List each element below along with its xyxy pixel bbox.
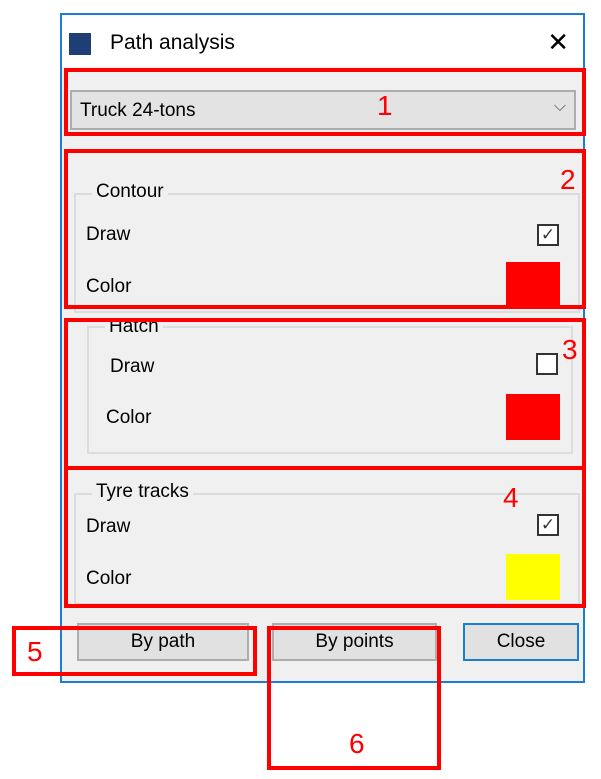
- annotation-box-2: [64, 149, 586, 309]
- close-button[interactable]: Close: [463, 623, 579, 661]
- annotation-label-4: 4: [503, 482, 519, 513]
- annotation-label-6: 6: [349, 728, 365, 759]
- annotation-label-1: 1: [377, 90, 393, 121]
- annotation-label-3: 3: [562, 334, 578, 365]
- annotation-box-5: [12, 626, 257, 676]
- annotation-label-5: 5: [27, 636, 43, 667]
- path-analysis-icon: [69, 33, 91, 55]
- title-bar: Path analysis ✕: [62, 15, 583, 67]
- annotation-box-1: [64, 68, 586, 136]
- annotation-box-3: [64, 318, 586, 470]
- close-icon[interactable]: ✕: [547, 27, 569, 58]
- annotation-label-2: 2: [560, 164, 576, 195]
- window-title: Path analysis: [110, 31, 235, 54]
